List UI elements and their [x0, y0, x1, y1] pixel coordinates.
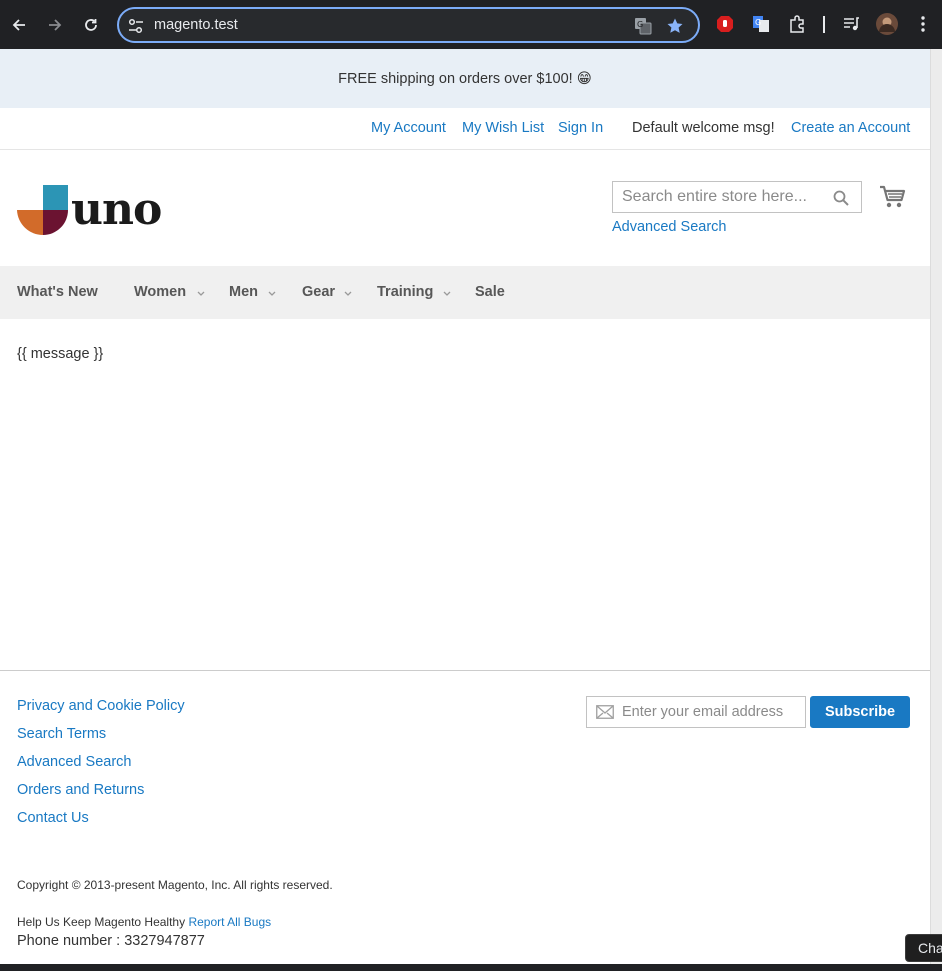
logo-text: uno — [71, 184, 162, 235]
footer-link-orders-returns[interactable]: Orders and Returns — [17, 782, 144, 798]
page-footer: Privacy and Cookie Policy Search Terms A… — [0, 670, 930, 964]
search-icon[interactable] — [833, 190, 849, 206]
chevron-down-icon — [197, 291, 205, 296]
phone-number: Phone number : 3327947877 — [17, 933, 205, 949]
forward-icon[interactable] — [42, 12, 68, 38]
svg-text:G: G — [637, 20, 643, 29]
profile-avatar[interactable] — [876, 13, 898, 35]
healthy-text: Help Us Keep Magento Healthy — [17, 915, 186, 929]
chevron-down-icon — [443, 291, 451, 296]
nav-item-men[interactable]: Men — [229, 284, 258, 300]
chevron-down-icon — [268, 291, 276, 296]
browser-toolbar: magento.test G G — [0, 0, 942, 49]
site-settings-icon[interactable] — [127, 17, 145, 35]
google-translate-extension-icon[interactable]: G — [750, 13, 772, 35]
nav-item-training[interactable]: Training — [377, 284, 433, 300]
header-top-links: My Account My Wish List Sign In Default … — [0, 108, 930, 150]
footer-link-search-terms[interactable]: Search Terms — [17, 726, 106, 742]
report-bugs-link[interactable]: Report All Bugs — [188, 915, 271, 929]
back-icon[interactable] — [6, 12, 32, 38]
footer-link-privacy[interactable]: Privacy and Cookie Policy — [17, 698, 185, 714]
extensions-puzzle-icon[interactable] — [786, 13, 808, 35]
envelope-icon — [596, 705, 614, 719]
copyright-text: Copyright © 2013-present Magento, Inc. A… — [17, 878, 333, 892]
chevron-down-icon — [344, 291, 352, 296]
shopping-cart-icon[interactable] — [879, 183, 907, 211]
sign-in-link[interactable]: Sign In — [558, 120, 603, 136]
nav-item-sale[interactable]: Sale — [475, 284, 505, 300]
footer-link-contact-us[interactable]: Contact Us — [17, 810, 89, 826]
footer-link-advanced-search[interactable]: Advanced Search — [17, 754, 131, 770]
promo-banner: FREE shipping on orders over $100! 😁 — [0, 49, 930, 108]
message-placeholder: {{ message }} — [17, 346, 104, 362]
page-scrollbar[interactable] — [930, 49, 942, 964]
create-account-link[interactable]: Create an Account — [791, 120, 910, 136]
adblock-extension-icon[interactable] — [714, 13, 736, 35]
main-navigation: What's New Women Men Gear Training Sale — [0, 266, 930, 319]
nav-item-whats-new[interactable]: What's New — [17, 284, 98, 300]
nav-item-women[interactable]: Women — [134, 284, 186, 300]
browser-menu-icon[interactable] — [912, 13, 934, 35]
report-bugs-line: Help Us Keep Magento Healthy Report All … — [17, 915, 271, 929]
address-bar[interactable]: magento.test G — [117, 7, 700, 43]
translate-icon[interactable]: G — [632, 15, 654, 37]
reload-icon[interactable] — [78, 12, 104, 38]
window-bottom-edge — [0, 964, 942, 971]
toolbar-divider — [823, 16, 825, 33]
nav-item-gear[interactable]: Gear — [302, 284, 335, 300]
welcome-message: Default welcome msg! — [632, 120, 775, 136]
my-wish-list-link[interactable]: My Wish List — [462, 120, 544, 136]
my-account-link[interactable]: My Account — [371, 120, 446, 136]
chat-widget-button[interactable]: Cha — [905, 934, 942, 962]
header-main: uno Advanced Search — [0, 150, 930, 266]
main-content: {{ message }} — [0, 319, 930, 670]
media-control-icon[interactable] — [840, 13, 862, 35]
search-box — [612, 181, 862, 213]
search-input[interactable] — [613, 182, 823, 212]
newsletter-field — [586, 696, 806, 728]
bookmark-star-icon[interactable] — [664, 15, 686, 37]
page-viewport: FREE shipping on orders over $100! 😁 My … — [0, 49, 930, 964]
store-logo[interactable]: uno — [17, 183, 162, 237]
url-text[interactable]: magento.test — [154, 17, 238, 33]
advanced-search-link[interactable]: Advanced Search — [612, 219, 726, 235]
subscribe-button[interactable]: Subscribe — [810, 696, 910, 728]
svg-text:G: G — [755, 18, 761, 27]
promo-text: FREE shipping on orders over $100! 😁 — [338, 70, 592, 87]
newsletter-email-input[interactable] — [622, 697, 802, 727]
